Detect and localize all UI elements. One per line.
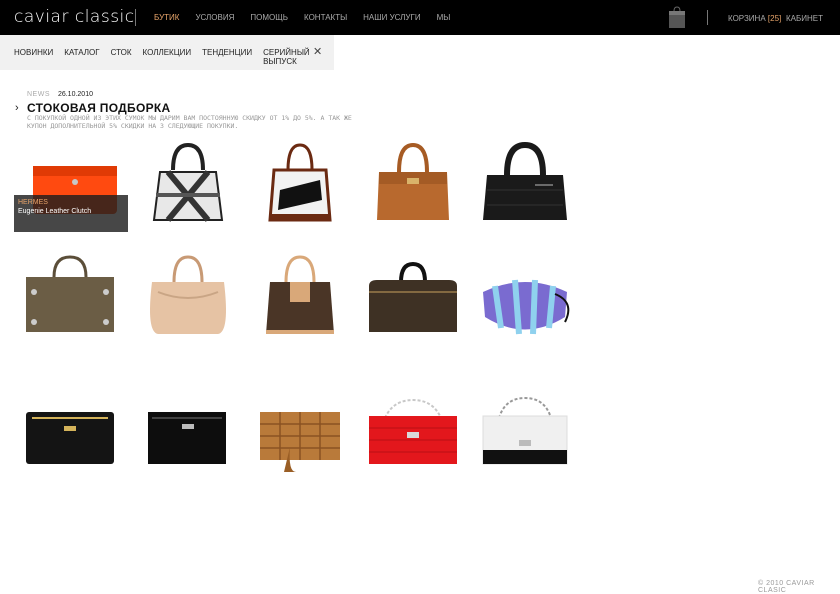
logo-divider xyxy=(135,9,136,26)
bag-image xyxy=(377,142,449,220)
news-meta: NEWS 26.10.2010 xyxy=(27,91,93,98)
bag-image xyxy=(482,396,568,465)
bag-image xyxy=(260,412,340,472)
cabinet-link[interactable]: кабинет xyxy=(786,14,823,23)
page-description: с покупкой одной из этих сумок мы дарим … xyxy=(27,114,352,130)
product-tan-birkin[interactable] xyxy=(363,140,463,230)
sub-nav: новинки каталог сток коллекции тенденции… xyxy=(0,35,334,70)
product-woven-clutch[interactable] xyxy=(250,392,350,482)
bag-image xyxy=(369,398,457,464)
product-purple-pouch[interactable] xyxy=(475,252,575,342)
top-bar: caviar classic бутик условия помощь конт… xyxy=(0,0,840,35)
cart-divider xyxy=(707,10,708,25)
product-monogram-duffle[interactable] xyxy=(363,252,463,342)
nav-item-about[interactable]: мы xyxy=(437,13,451,22)
product-black-zip-clutch[interactable] xyxy=(20,392,120,482)
nav-item-services[interactable]: наши услуги xyxy=(363,13,420,22)
subnav-item-collections[interactable]: коллекции xyxy=(143,48,192,66)
bag-image xyxy=(483,141,567,220)
product-red-quilted-flap[interactable] xyxy=(363,392,463,482)
product-pink-hobo[interactable] xyxy=(138,252,238,342)
subnav-item-new[interactable]: новинки xyxy=(14,48,53,66)
product-monogram-tote[interactable] xyxy=(250,252,350,342)
subnav-item-stock[interactable]: сток xyxy=(111,48,132,66)
nav-item-contacts[interactable]: контакты xyxy=(304,13,347,22)
cart-link[interactable]: корзина [25] xyxy=(728,14,781,23)
product-olive-city-bag[interactable] xyxy=(20,252,120,342)
logo[interactable]: caviar classic xyxy=(14,7,135,27)
bag-image xyxy=(148,412,226,464)
bag-image xyxy=(483,279,570,335)
nav-item-help[interactable]: помощь xyxy=(250,13,288,22)
product-black-nylon-clutch[interactable] xyxy=(138,392,238,482)
page-title: стоковая подборка xyxy=(27,101,171,115)
chevron-right-icon: › xyxy=(15,102,19,114)
product-white-black-flap[interactable] xyxy=(475,392,575,482)
product-black-quilted-tote[interactable] xyxy=(475,140,575,230)
cart-count: [25] xyxy=(767,14,782,23)
nav-item-conditions[interactable]: условия xyxy=(195,13,234,22)
tooltip-product-name: Eugenie Leather Clutch xyxy=(18,208,92,215)
product-plaid-tote[interactable] xyxy=(138,140,238,230)
news-date: 26.10.2010 xyxy=(57,91,93,98)
bag-image xyxy=(26,412,114,464)
bag-image xyxy=(26,255,114,332)
close-icon[interactable]: ✕ xyxy=(313,45,322,58)
news-tag: NEWS xyxy=(27,91,50,98)
bag-image xyxy=(152,142,224,222)
shopping-bag-icon[interactable] xyxy=(668,5,686,29)
tooltip-brand: hermes xyxy=(18,199,48,206)
bag-image xyxy=(369,261,457,332)
product-tooltip: hermes Eugenie Leather Clutch xyxy=(14,195,128,232)
bag-image xyxy=(268,143,332,222)
product-striped-tote[interactable] xyxy=(250,140,350,230)
bag-image xyxy=(266,255,334,334)
bag-image xyxy=(150,255,226,334)
main-nav: бутик условия помощь контакты наши услуг… xyxy=(154,0,466,35)
cart-label: корзина xyxy=(728,14,766,23)
nav-item-boutique[interactable]: бутик xyxy=(154,13,179,22)
subnav-item-catalog[interactable]: каталог xyxy=(64,48,99,66)
subnav-item-trends[interactable]: тенденции xyxy=(202,48,252,66)
copyright-footer: © 2010 caviar clasic xyxy=(758,580,815,594)
